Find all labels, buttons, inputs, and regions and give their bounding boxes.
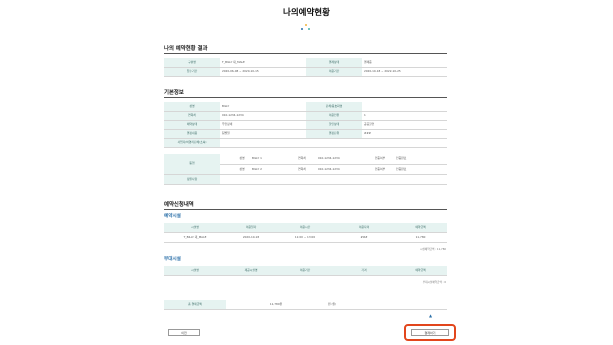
back-button[interactable]: 이전 bbox=[168, 329, 200, 336]
table-cell bbox=[220, 154, 234, 165]
table-header-cell: 이용기간 bbox=[306, 67, 362, 77]
table-cell: 인증여부 bbox=[366, 164, 394, 175]
table-cell: 1 bbox=[362, 111, 447, 121]
result-table: 구분명 T_BILLY 대_MALE 결제상태 결제중 접수기간 2020-06… bbox=[164, 58, 447, 77]
table-row: 사업자/비영리단체(소속) bbox=[164, 138, 447, 148]
table-cell: T_BILLY 대_MALE bbox=[220, 58, 306, 68]
table-cell: 팀별일 bbox=[220, 129, 306, 139]
table-cell: 010-1234-1234 bbox=[316, 164, 366, 175]
table-row: 동행 성명 BILLY 1 연락처 010-1234-1234 인증여부 인증완… bbox=[164, 154, 447, 175]
table-header-cell: 할인상태 bbox=[306, 120, 362, 130]
table-row: 성명 BILLY 단체/동호회명 bbox=[164, 102, 447, 112]
table-row: 시설명 이용일자 이용시간 이용자격 예약금액 bbox=[164, 223, 447, 233]
table-header-cell: 결정내용 bbox=[164, 129, 220, 139]
facility-total-note: 시설예약금액 : 11,780 bbox=[420, 248, 446, 251]
extra-facility-table: 시설명 제공시설명 이용기간 가격 예약금액 bbox=[164, 266, 447, 276]
table-header-cell: 접수기간 bbox=[164, 67, 220, 77]
table-header-cell: 사업자/비영리단체(소속) bbox=[164, 138, 220, 148]
table-header-cell: 이용일자 bbox=[226, 223, 276, 233]
table-header-cell: 예약금액 bbox=[394, 266, 447, 276]
table-cell: BILLY 2 bbox=[250, 164, 288, 175]
basic-section-title: 기본정보 bbox=[164, 90, 184, 96]
table-row: T_BILLY 대_MALE 2020-10-18 11:00 ~ 13:00 … bbox=[164, 232, 447, 243]
table-row: 구분명 T_BILLY 대_MALE 결제상태 결제중 bbox=[164, 58, 447, 68]
table-row: 접수기간 2020-06-08 ~ 2020-10-15 이용기간 2020-1… bbox=[164, 67, 447, 77]
table-header-cell: 정원사항 bbox=[164, 174, 220, 185]
table-cell bbox=[362, 102, 447, 112]
table-header-cell: 이용시간 bbox=[276, 223, 334, 233]
basic-info-table: 성명 BILLY 단체/동호회명 연락처 010-1234-1234 이용인원 … bbox=[164, 102, 447, 148]
table-cell: 연락처 bbox=[288, 164, 316, 175]
table-cell: 무인장세 bbox=[220, 120, 306, 130]
table-cell: T_BILLY 대_MALE bbox=[164, 232, 226, 243]
table-cell: 010-1234-1234 bbox=[316, 154, 366, 165]
table-cell: 연락처 bbox=[288, 154, 316, 165]
section-divider bbox=[164, 97, 447, 98]
section-divider bbox=[164, 209, 447, 210]
table-row: 예약상태 무인장세 할인상태 공공할인 bbox=[164, 120, 447, 130]
table-header-cell: 총 결제금액 bbox=[164, 300, 226, 310]
table-header-cell: 시설명 bbox=[164, 223, 226, 233]
table-cell: 2020-10-18 ~ 2022-10-25 bbox=[362, 67, 447, 77]
table-header-cell: 예약상태 bbox=[164, 120, 220, 130]
table-cell: BILLY 1 bbox=[250, 154, 288, 165]
table-cell: 인증완료 bbox=[394, 154, 447, 165]
table-cell: 010-1234-1234 bbox=[220, 111, 306, 121]
table-cell: BILLY bbox=[220, 102, 306, 112]
table-header-cell: 이용기간 bbox=[276, 266, 334, 276]
table-row: 시설명 제공시설명 이용기간 가격 예약금액 bbox=[164, 266, 447, 276]
section-divider bbox=[164, 53, 447, 54]
extra-total-note: 부대시설예약금액 : 0 bbox=[422, 281, 446, 284]
loading-dots-icon bbox=[301, 24, 311, 32]
table-cell: 인증여부 bbox=[366, 154, 394, 165]
table-header-cell: 구분명 bbox=[164, 58, 220, 68]
total-amount: 11,780원 bbox=[226, 300, 326, 310]
table-header-cell: 가격 bbox=[334, 266, 394, 276]
table-row: 연락처 010-1234-1234 이용인원 1 bbox=[164, 111, 447, 121]
table-header-cell: 이용자격 bbox=[334, 223, 394, 233]
table-row: 총 결제금액 11,780원 원 (원) bbox=[164, 300, 447, 310]
facility-table: 시설명 이용일자 이용시간 이용자격 예약금액 T_BILLY 대_MALE 2… bbox=[164, 223, 447, 243]
facility-subtitle: 예약시설 bbox=[164, 214, 181, 219]
table-header-cell: 제공시설명 bbox=[226, 266, 276, 276]
table-cell: ### bbox=[334, 232, 394, 243]
table-header-cell: 결정단위 bbox=[306, 129, 362, 139]
scroll-top-icon[interactable]: ▲ bbox=[428, 313, 433, 318]
table-cell bbox=[220, 138, 447, 148]
table-cell: 원 (원) bbox=[326, 300, 447, 310]
table-cell: 성명 bbox=[234, 164, 250, 175]
table-cell: 결제중 bbox=[362, 58, 447, 68]
table-cell: ### bbox=[362, 129, 447, 139]
table-header-cell: 예약금액 bbox=[394, 223, 447, 233]
table-cell: 성명 bbox=[234, 154, 250, 165]
table-cell bbox=[220, 164, 234, 175]
table-header-cell: 결제상태 bbox=[306, 58, 362, 68]
result-section-title: 나의 예약현황 결과 bbox=[164, 46, 208, 52]
page-title: 나의예약현황 bbox=[283, 8, 330, 18]
table-cell: 2020-10-18 bbox=[226, 232, 276, 243]
table-header-cell: 단체/동호회명 bbox=[306, 102, 362, 112]
extra-facility-subtitle: 부대시설 bbox=[164, 257, 181, 262]
table-cell: 인증완료 bbox=[394, 164, 447, 175]
table-header-cell: 동행 bbox=[164, 154, 220, 175]
table-header-cell: 연락처 bbox=[164, 111, 220, 121]
member-table: 동행 성명 BILLY 1 연락처 010-1234-1234 인증여부 인증완… bbox=[164, 154, 447, 185]
table-cell: 공공할인 bbox=[362, 120, 447, 130]
table-header-cell: 시설명 bbox=[164, 266, 226, 276]
table-row: 결정내용 팀별일 결정단위 ### bbox=[164, 129, 447, 139]
table-cell: 2020-06-08 ~ 2020-10-15 bbox=[220, 67, 306, 77]
table-cell: 11:00 ~ 13:00 bbox=[276, 232, 334, 243]
table-row: 정원사항 bbox=[164, 174, 447, 185]
table-cell bbox=[220, 174, 447, 185]
apply-section-title: 예약신청내역 bbox=[164, 202, 194, 208]
table-header-cell: 성명 bbox=[164, 102, 220, 112]
table-header-cell: 이용인원 bbox=[306, 111, 362, 121]
payment-button[interactable]: 결제하기 bbox=[411, 329, 449, 336]
table-cell: 11,780 bbox=[394, 232, 447, 243]
total-table: 총 결제금액 11,780원 원 (원) bbox=[164, 300, 447, 310]
